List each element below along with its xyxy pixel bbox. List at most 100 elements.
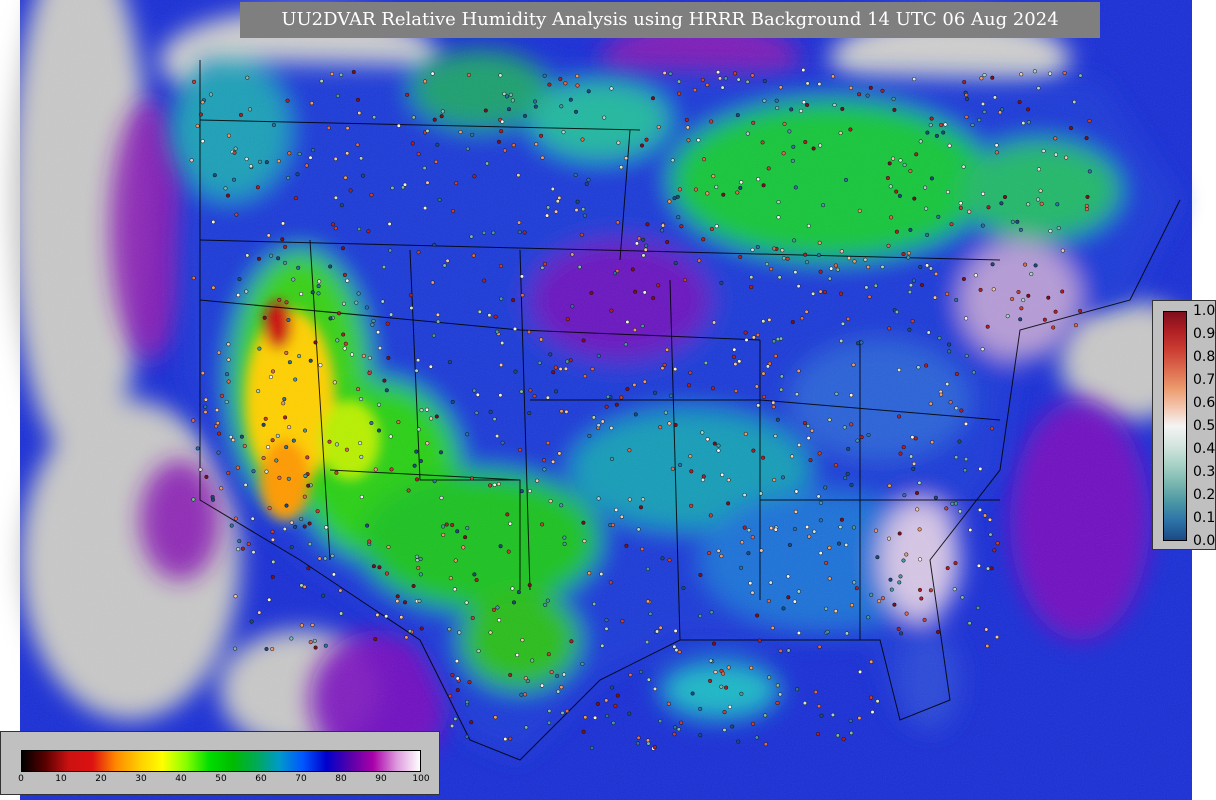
station-dot (1026, 107, 1031, 112)
station-dot (954, 297, 959, 303)
station-dot (988, 532, 993, 537)
station-dot (985, 566, 991, 571)
station-dot (498, 544, 503, 549)
station-dot (595, 701, 600, 706)
station-dot (495, 605, 500, 610)
station-dot (304, 163, 309, 168)
station-dot (964, 316, 969, 321)
station-dot (660, 223, 666, 228)
station-dot (789, 107, 794, 112)
station-dot (608, 580, 613, 585)
station-dot (442, 263, 447, 268)
station-dot (806, 436, 811, 441)
station-dot (583, 715, 588, 720)
station-dot (689, 469, 694, 474)
station-dot (1060, 248, 1065, 253)
station-dot (506, 549, 511, 554)
station-dot (388, 248, 393, 253)
bottom-colorbar: 0 10 20 30 40 50 60 70 80 90 100 (0, 731, 440, 795)
station-dot (219, 486, 224, 491)
station-dot (673, 725, 678, 730)
station-dot (609, 308, 614, 313)
station-dot (283, 415, 288, 420)
station-dot (640, 323, 645, 329)
station-dot (897, 580, 902, 585)
station-dot (412, 463, 417, 468)
station-dot (341, 332, 346, 337)
station-dot (295, 172, 300, 177)
station-dot (542, 261, 547, 267)
station-dot (901, 445, 906, 450)
station-dot (775, 105, 780, 111)
station-dot (792, 526, 797, 532)
station-dot (217, 431, 222, 436)
station-dot (795, 687, 800, 692)
station-dot (488, 483, 493, 488)
station-dot (901, 558, 906, 563)
station-dot (404, 635, 409, 640)
station-dot (250, 516, 255, 521)
station-dot (195, 123, 200, 128)
station-dot (786, 648, 791, 653)
right-colorbar: 1.0 0.9 0.8 0.7 0.6 0.5 0.4 0.3 0.2 0.1 … (1152, 300, 1216, 550)
station-dot (1023, 262, 1028, 267)
station-dot (731, 354, 736, 359)
station-dot (577, 264, 582, 270)
station-dot (287, 151, 292, 156)
station-dot (285, 98, 290, 103)
station-dot (677, 187, 682, 192)
right-colorbar-label: 0.7 (1193, 372, 1216, 388)
station-dot (779, 374, 784, 379)
station-dot (266, 445, 271, 450)
station-dot (676, 79, 682, 84)
station-dot (315, 509, 320, 514)
station-dot (609, 86, 614, 91)
station-dot (1085, 194, 1090, 199)
station-dot (670, 466, 675, 471)
station-dot (511, 143, 516, 148)
station-dot (855, 341, 861, 346)
station-dot (713, 670, 718, 675)
station-dot (911, 466, 916, 471)
station-dot (954, 371, 959, 377)
station-dot (848, 85, 853, 90)
station-dot (1084, 207, 1089, 212)
station-dot (688, 454, 693, 459)
station-dot (716, 548, 721, 553)
station-dot (523, 676, 528, 681)
station-dot (1039, 201, 1044, 206)
station-dot (414, 554, 419, 559)
station-dot (745, 131, 750, 136)
station-dot (755, 613, 760, 618)
station-dot (1084, 136, 1089, 141)
station-dot (619, 165, 624, 170)
station-dot (396, 420, 401, 425)
station-dot (928, 588, 933, 593)
station-dot (559, 104, 564, 109)
station-dot (414, 477, 420, 482)
station-dot (644, 243, 649, 248)
station-dot (756, 177, 761, 182)
station-dot (708, 513, 713, 518)
station-dot (827, 417, 832, 422)
station-dot (767, 675, 772, 680)
station-dot (902, 162, 907, 167)
station-dot (982, 109, 987, 114)
station-dot (906, 255, 911, 260)
station-dot (287, 425, 292, 430)
station-dot (875, 555, 880, 560)
station-dot (511, 600, 517, 605)
station-dot (1000, 107, 1005, 112)
station-dot (527, 411, 532, 416)
station-dot (751, 120, 756, 125)
station-dot (396, 123, 401, 128)
station-dot (327, 439, 332, 444)
station-dot (843, 177, 849, 182)
station-dot (365, 523, 370, 528)
station-dot (838, 524, 843, 530)
station-dot (844, 631, 849, 636)
station-dot (256, 389, 261, 394)
station-dot (662, 70, 667, 76)
station-dot (499, 129, 504, 134)
station-dot (321, 593, 326, 598)
